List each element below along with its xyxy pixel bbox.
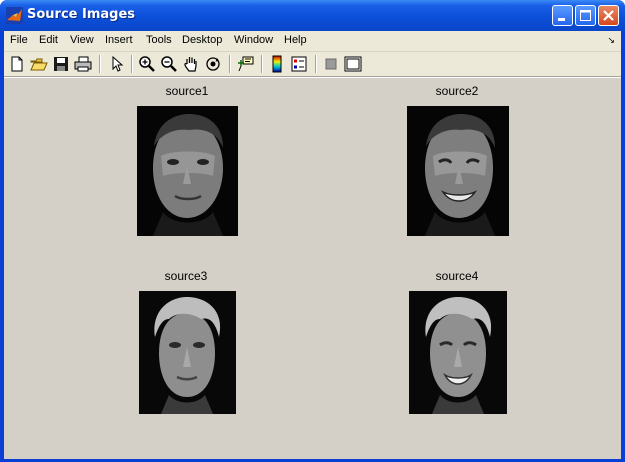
- pan-button[interactable]: [181, 54, 201, 74]
- maximize-icon: [580, 10, 591, 21]
- menu-insert[interactable]: Insert: [105, 34, 133, 46]
- folder-open-icon: [30, 58, 48, 71]
- axes-title-source4: source4: [435, 269, 479, 283]
- menu-file[interactable]: File: [10, 34, 28, 46]
- minimize-icon: [558, 18, 565, 21]
- data-cursor-button[interactable]: [235, 54, 255, 74]
- window-title: Source Images: [27, 7, 136, 22]
- save-figure-button[interactable]: [51, 54, 71, 74]
- menu-bar: File Edit View Insert Tools Desktop Wind…: [4, 31, 621, 52]
- menu-help[interactable]: Help: [284, 34, 307, 46]
- dock-arrow-icon[interactable]: ↘: [607, 36, 615, 46]
- image-source3[interactable]: [139, 291, 236, 414]
- arrow-pointer-icon: [112, 55, 124, 72]
- menu-desktop[interactable]: Desktop: [182, 34, 222, 46]
- zoom-in-button[interactable]: [137, 54, 157, 74]
- zoom-in-icon: [139, 56, 155, 72]
- rotate-3d-icon: [206, 57, 220, 71]
- zoom-out-button[interactable]: [159, 54, 179, 74]
- show-plot-tools-icon: [344, 56, 362, 72]
- toolbar-separator: [99, 55, 101, 73]
- figure-toolbar: [4, 52, 621, 77]
- face-image: [407, 106, 509, 236]
- image-source4[interactable]: [409, 291, 507, 414]
- client-area: File Edit View Insert Tools Desktop Wind…: [4, 31, 621, 459]
- toolbar-separator: [315, 55, 317, 73]
- insert-legend-button[interactable]: [289, 54, 309, 74]
- axes-title-source3: source3: [164, 269, 208, 283]
- menu-window[interactable]: Window: [234, 34, 273, 46]
- edit-plot-button[interactable]: [107, 54, 127, 74]
- menu-edit[interactable]: Edit: [39, 34, 58, 46]
- toolbar-separator: [131, 55, 133, 73]
- figure-canvas[interactable]: source1 source2 source3 source4: [4, 77, 621, 459]
- zoom-out-icon: [161, 56, 177, 72]
- menu-view[interactable]: View: [70, 34, 94, 46]
- axes-title-source1: source1: [165, 84, 209, 98]
- minimize-button[interactable]: [552, 5, 573, 26]
- floppy-disk-icon: [54, 57, 68, 71]
- close-button[interactable]: [598, 5, 619, 26]
- printer-icon: [74, 56, 92, 72]
- print-figure-button[interactable]: [73, 54, 93, 74]
- new-figure-button[interactable]: [7, 54, 27, 74]
- toolbar-separator: [261, 55, 263, 73]
- maximize-button[interactable]: [575, 5, 596, 26]
- rotate-3d-button[interactable]: [203, 54, 223, 74]
- legend-icon: [291, 56, 307, 72]
- face-image: [409, 291, 507, 414]
- toolbar-separator: [229, 55, 231, 73]
- new-document-icon: [11, 56, 23, 72]
- colorbar-icon: [272, 55, 282, 73]
- image-source2[interactable]: [407, 106, 509, 236]
- close-icon: [603, 10, 614, 21]
- hide-plot-tools-button[interactable]: [321, 54, 341, 74]
- face-image: [137, 106, 238, 236]
- figure-window: Source Images File Edit View Insert Tool…: [0, 0, 625, 462]
- hand-pan-icon: [184, 57, 197, 72]
- face-image: [139, 291, 236, 414]
- matlab-logo-icon: [6, 7, 23, 24]
- image-source1[interactable]: [137, 106, 238, 236]
- data-cursor-icon: [238, 56, 254, 72]
- open-file-button[interactable]: [29, 54, 49, 74]
- axes-title-source2: source2: [435, 84, 479, 98]
- show-plot-tools-button[interactable]: [343, 54, 363, 74]
- title-bar[interactable]: Source Images: [0, 0, 625, 31]
- hide-plot-tools-icon: [325, 58, 337, 70]
- insert-colorbar-button[interactable]: [267, 54, 287, 74]
- menu-tools[interactable]: Tools: [146, 34, 172, 46]
